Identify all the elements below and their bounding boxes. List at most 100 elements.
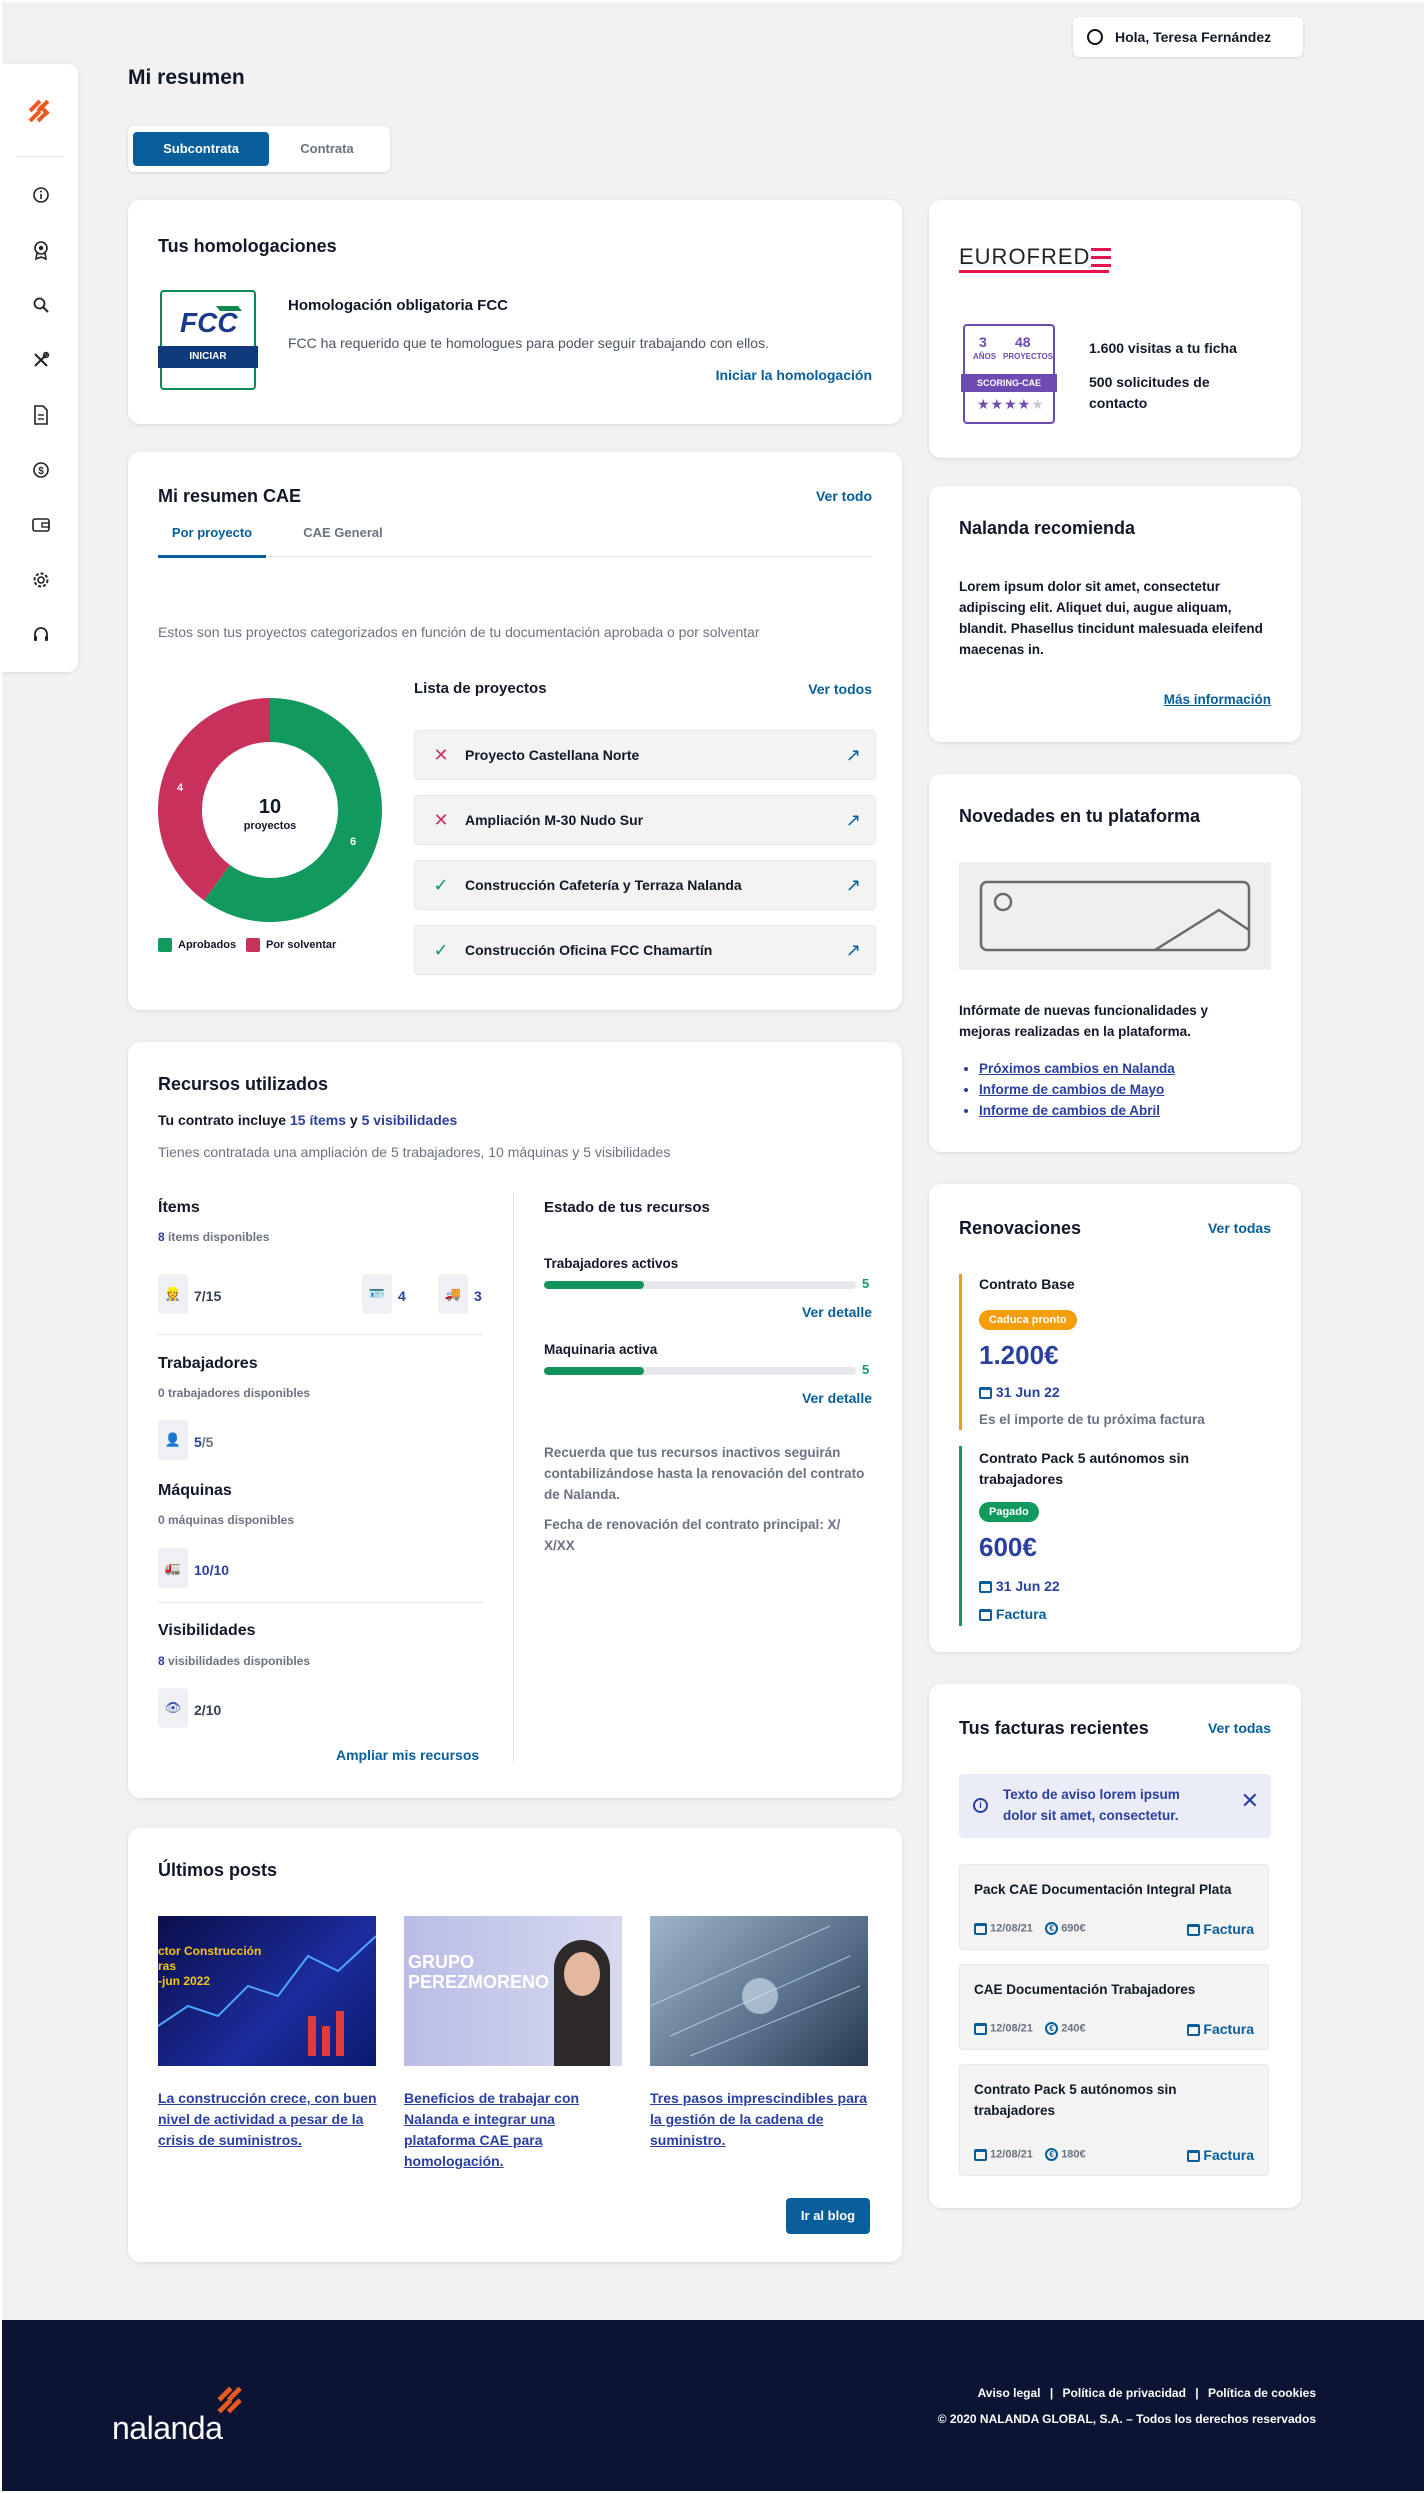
tab-cae-general[interactable]: CAE General	[288, 518, 398, 558]
workers-detail-link[interactable]: Ver detalle	[802, 1304, 872, 1320]
renovacion-2-accent	[959, 1446, 962, 1626]
donut-label-pending: 4	[177, 782, 184, 794]
facturas-notice: i Texto de aviso lorem ipsum dolor sit a…	[959, 1774, 1271, 1838]
items-title: Ítems	[158, 1199, 200, 1216]
visibilities-title: Visibilidades	[158, 1622, 256, 1639]
worker-truck-icon: 🚚	[438, 1274, 468, 1314]
expand-resources-link[interactable]: Ampliar mis recursos	[336, 1747, 479, 1763]
footer-sep-2: |	[1195, 2386, 1199, 2400]
truck-icon: 🚛	[158, 1548, 188, 1588]
tab-por-proyecto[interactable]: Por proyecto	[158, 518, 266, 558]
invoice-link[interactable]: Factura	[1186, 1921, 1254, 1937]
post-image-2-text: GRUPO PEREZMORENO	[408, 1952, 550, 1992]
homologacion-title: Homologación obligatoria FCC	[288, 297, 508, 314]
machines-value: 10/10	[194, 1562, 230, 1578]
active-machines-value: 5	[862, 1362, 870, 1377]
legend-pending: Por solventar	[246, 938, 336, 952]
donut-label-approved: 6	[350, 836, 357, 848]
settings-icon[interactable]	[30, 569, 52, 591]
tools-icon[interactable]	[30, 349, 52, 371]
facturas-card: Tus facturas recientes Ver todas i Texto…	[929, 1684, 1301, 2208]
years-value: 3	[979, 334, 987, 350]
post-link-1[interactable]: La construcción crece, con buen nivel de…	[158, 2088, 378, 2151]
post-image-2[interactable]: GRUPO PEREZMORENO	[404, 1916, 622, 2066]
money-icon[interactable]: $	[30, 459, 52, 481]
project-name: Construcción Cafetería y Terraza Nalanda	[465, 877, 742, 893]
invoice-meta: 12/08/21 € 240€	[974, 2022, 1086, 2035]
post-link-3[interactable]: Tres pasos imprescindibles para la gesti…	[650, 2088, 870, 2151]
eye-icon: 👁	[158, 1688, 188, 1728]
novedades-link-2[interactable]: Informe de cambios de Mayo	[979, 1079, 1175, 1100]
fcc-logo-mark: FCC	[180, 306, 242, 338]
active-machines-label: Maquinaria activa	[544, 1342, 658, 1357]
invoice-link[interactable]: Factura	[1186, 2021, 1254, 2037]
role-tabs: Subcontrata Contrata	[128, 126, 390, 172]
arrow-up-right-icon[interactable]: ↗	[846, 940, 861, 961]
workers-available: 0 trabajadores disponibles	[158, 1386, 311, 1400]
sidebar-divider	[16, 156, 64, 157]
homologacion-badge: INICIAR	[158, 346, 258, 368]
document-icon[interactable]	[30, 404, 52, 426]
renovacion-2-badge: Pagado	[979, 1502, 1039, 1522]
sidebar: $	[2, 64, 78, 672]
novedades-link-3[interactable]: Informe de cambios de Abril	[979, 1100, 1175, 1121]
eurofred-card: EUROFRED 3 AÑOS 48 PROYECTOS SCORING-CAE…	[929, 200, 1301, 458]
scoring-badge: 3 AÑOS 48 PROYECTOS SCORING-CAE ★★★★★	[961, 324, 1057, 424]
invoice-date: 12/08/21	[990, 2148, 1033, 2161]
invoice-link[interactable]: Factura	[1186, 2147, 1254, 2163]
euro-icon: €	[1045, 2148, 1059, 2161]
svg-text:FCC: FCC	[180, 307, 238, 338]
project-name: Construcción Oficina FCC Chamartín	[465, 942, 713, 958]
projects-label: PROYECTOS	[1003, 352, 1054, 361]
facturas-see-all[interactable]: Ver todas	[1208, 1720, 1271, 1736]
novedades-link-1[interactable]: Próximos cambios en Nalanda	[979, 1058, 1175, 1079]
blog-button[interactable]: Ir al blog	[786, 2198, 870, 2234]
posts-card: Últimos posts ctor Construcción ras -jun…	[128, 1828, 902, 2262]
invoice-link-label: Factura	[1203, 1921, 1254, 1937]
contract-prefix: Tu contrato incluye	[158, 1112, 287, 1128]
arrow-up-right-icon[interactable]: ↗	[846, 810, 861, 831]
project-list-see-all[interactable]: Ver todos	[808, 681, 872, 697]
footer-link-cookies[interactable]: Política de cookies	[1208, 2386, 1316, 2400]
tab-contrata[interactable]: Contrata	[269, 132, 385, 166]
project-row[interactable]: ✕ Ampliación M-30 Nudo Sur ↗	[414, 795, 876, 845]
machines-divider	[158, 1602, 483, 1603]
renovacion-1-note: Es el importe de tu próxima factura	[979, 1412, 1205, 1427]
info-icon[interactable]	[30, 184, 52, 206]
nalanda-logo-icon[interactable]	[24, 94, 58, 128]
post-image-1[interactable]: ctor Construcción ras -jun 2022	[158, 1916, 376, 2066]
search-icon[interactable]	[30, 294, 52, 316]
workers-value-total: /5	[201, 1434, 214, 1450]
more-info-link[interactable]: Más información	[1164, 692, 1271, 707]
euro-icon: €	[1045, 2022, 1059, 2035]
tab-subcontrata[interactable]: Subcontrata	[133, 132, 269, 166]
close-icon[interactable]: ✕	[1241, 1788, 1259, 1814]
state-title: Estado de tus recursos	[544, 1199, 710, 1216]
arrow-up-right-icon[interactable]: ↗	[846, 745, 861, 766]
start-homologation-link[interactable]: Iniciar la homologación	[716, 367, 872, 383]
legend-pending-swatch	[246, 938, 260, 952]
fcc-logo: FCC INICIAR	[158, 290, 258, 390]
renovacion-1-badge: Caduca pronto	[979, 1310, 1077, 1330]
network-illustration	[650, 1925, 861, 2057]
support-icon[interactable]	[30, 624, 52, 646]
project-row[interactable]: ✓ Construcción Oficina FCC Chamartín ↗	[414, 925, 876, 975]
post-image-3[interactable]	[650, 1916, 868, 2066]
cae-see-all-link[interactable]: Ver todo	[816, 488, 872, 504]
badge-icon[interactable]	[30, 239, 52, 261]
user-menu[interactable]: Hola, Teresa Fernández	[1073, 17, 1303, 57]
renovaciones-see-all[interactable]: Ver todas	[1208, 1220, 1271, 1236]
post-link-2[interactable]: Beneficios de trabajar con Nalanda e int…	[404, 2088, 604, 2172]
arrow-up-right-icon[interactable]: ↗	[846, 875, 861, 896]
footer-link-legal[interactable]: Aviso legal	[978, 2386, 1041, 2400]
project-row[interactable]: ✓ Construcción Cafetería y Terraza Naland…	[414, 860, 876, 910]
extension-text: Tienes contratada una ampliación de 5 tr…	[158, 1144, 671, 1160]
renovacion-2-invoice-link[interactable]: Factura	[979, 1606, 1046, 1622]
machines-detail-link[interactable]: Ver detalle	[802, 1390, 872, 1406]
invoice-name: Contrato Pack 5 autónomos sin trabajador…	[974, 2082, 1177, 2118]
footer-links: Aviso legal | Política de privacidad | P…	[978, 2386, 1316, 2400]
wallet-icon[interactable]	[30, 514, 52, 536]
project-row[interactable]: ✕ Proyecto Castellana Norte ↗	[414, 730, 876, 780]
footer-link-privacy[interactable]: Política de privacidad	[1063, 2386, 1186, 2400]
renovacion-2-date: 31 Jun 22	[979, 1578, 1060, 1594]
